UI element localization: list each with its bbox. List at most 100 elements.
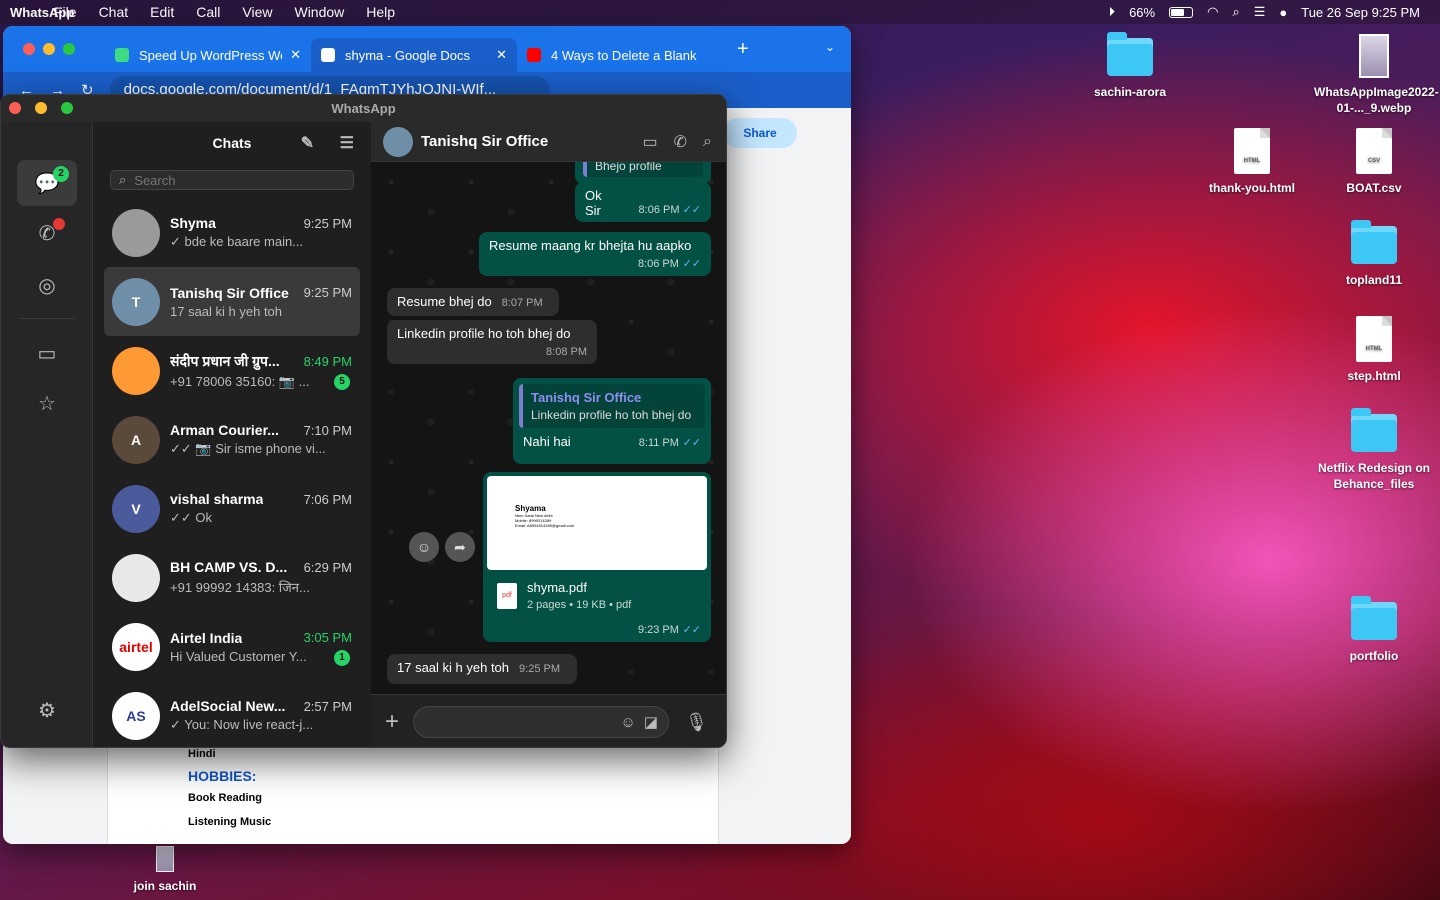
message-time: 8:06 PM	[637, 258, 679, 270]
microphone-icon[interactable]: 🎙	[685, 712, 708, 733]
message-content: Nahi hai 8:11 PM ✓✓	[519, 434, 705, 449]
voice-call-icon[interactable]: ✆	[674, 132, 687, 152]
zoom-window-button[interactable]	[61, 102, 73, 114]
desktop-icon-folder[interactable]: sachin-arora	[1070, 32, 1190, 100]
tab-youtube[interactable]: 4 Ways to Delete a Blank	[517, 38, 723, 72]
starred-nav-button[interactable]: ☆	[17, 380, 77, 426]
status-nav-button[interactable]: ◎	[17, 262, 77, 308]
siri-icon[interactable]: ●	[1279, 5, 1287, 20]
filter-icon[interactable]: ☰	[340, 133, 354, 153]
chat-list-item[interactable]: T Tanishq Sir Office 9:25 PM 17 saal ki h…	[104, 267, 360, 336]
desktop-icon-folder[interactable]: topland11	[1314, 220, 1434, 288]
menu-call[interactable]: Call	[196, 4, 220, 20]
chat-name: Airtel India	[170, 629, 243, 646]
tab-search-chevron-icon[interactable]: ⌄	[825, 40, 835, 54]
chat-name: संदीप प्रधान जी ग्रुप...	[170, 352, 280, 369]
contact-name[interactable]: Tanishq Sir Office	[421, 133, 643, 150]
attach-plus-icon[interactable]: +	[385, 708, 399, 736]
read-receipt-icon: ✓✓	[682, 204, 701, 216]
message-bubble[interactable]: Linkedin profile ho toh bhej do 8:08 PM	[387, 320, 597, 364]
search-icon[interactable]: ⌕	[703, 133, 712, 151]
tab-speed-up-wordpress[interactable]: Speed Up WordPress Web ✕	[105, 38, 311, 72]
chat-info: BH CAMP VS. D... 6:29 PM +91 99992 14383:…	[170, 559, 360, 596]
message-bubble[interactable]: Bhejo profile	[575, 162, 711, 184]
desktop-icon-label: Netflix Redesign on Behance_files	[1317, 461, 1430, 491]
message-time: 9:23 PM	[637, 624, 679, 636]
menu-app-name[interactable]: WhatsApp	[0, 0, 84, 26]
menu-chat[interactable]: Chat	[99, 4, 129, 20]
message-bubble[interactable]: Resume bhej do 8:07 PM	[387, 288, 559, 316]
menu-window[interactable]: Window	[294, 4, 344, 20]
chat-name: Arman Courier...	[170, 422, 279, 438]
chat-row: संदीप प्रधान जी ग्रुप... 8:49 PM	[170, 352, 352, 371]
tab-title: shyma - Google Docs	[345, 47, 470, 63]
contact-avatar[interactable]	[383, 126, 413, 157]
folder-icon	[1351, 596, 1397, 640]
close-window-button[interactable]	[9, 102, 21, 114]
conversation-header[interactable]: Tanishq Sir Office ▭ ✆ ⌕	[371, 122, 726, 162]
archived-nav-button[interactable]: ▭	[17, 330, 77, 376]
calls-nav-button[interactable]: ✆	[17, 210, 77, 256]
forward-button[interactable]: ➦	[445, 532, 475, 562]
desktop-icon-folder[interactable]: Netflix Redesign on Behance_files	[1314, 408, 1434, 492]
desktop-icon-file[interactable]: HTML thank-you.html	[1192, 128, 1312, 196]
read-receipt-icon: ✓✓	[682, 437, 701, 449]
window-title: WhatsApp	[331, 101, 396, 116]
docs-icon	[321, 48, 335, 62]
chat-preview: 17 saal ki h yeh toh	[170, 303, 283, 319]
document-page[interactable]: Hindi HOBBIES: Book Reading Listening Mu…	[107, 742, 719, 844]
chat-list-item[interactable]: संदीप प्रधान जी ग्रुप... 8:49 PM +91 7800…	[104, 336, 360, 405]
document-message[interactable]: Shyama Nem Sarai New delhi Mobile: 89993…	[483, 472, 711, 642]
desktop-icon-image[interactable]: join sachin	[105, 846, 225, 894]
tab-google-docs[interactable]: shyma - Google Docs ✕	[311, 38, 517, 72]
play-icon[interactable]: ⏵	[1109, 4, 1116, 20]
wifi-icon[interactable]: ◠	[1207, 4, 1218, 20]
chat-info: vishal sharma 7:06 PM ✓✓ Ok	[170, 491, 360, 526]
close-tab-icon[interactable]: ✕	[496, 47, 507, 63]
quoted-message: Bhejo profile	[583, 162, 703, 177]
quoted-message[interactable]: Tanishq Sir Office Linkedin profile ho t…	[519, 384, 705, 428]
message-input-box[interactable]: ☺ ◪	[413, 706, 670, 738]
desktop-icon-file[interactable]: HTML step.html	[1314, 316, 1434, 384]
control-center-icon[interactable]: ☰	[1254, 4, 1266, 20]
message-bubble[interactable]: Ok Sir 8:06 PM ✓✓	[575, 182, 711, 222]
sticker-icon[interactable]: ◪	[644, 713, 658, 731]
close-tab-icon[interactable]: ✕	[290, 47, 301, 63]
video-call-icon[interactable]: ▭	[643, 132, 658, 152]
new-tab-button[interactable]: +	[737, 38, 749, 61]
desktop-icon-image[interactable]: WhatsAppImage2022-01-..._9.webp	[1314, 34, 1439, 116]
emoji-icon[interactable]: ☺	[621, 714, 636, 731]
message-bubble[interactable]: 17 saal ki h yeh toh 9:25 PM	[387, 654, 577, 684]
message-bubble[interactable]: Tanishq Sir Office Linkedin profile ho t…	[513, 378, 711, 464]
search-input[interactable]	[134, 172, 335, 188]
chats-nav-button[interactable]: 💬 2	[17, 160, 77, 206]
message-input[interactable]	[414, 714, 613, 730]
battery-icon[interactable]	[1169, 6, 1194, 18]
chat-list-item[interactable]: A Arman Courier... 7:10 PM ✓✓ 📷 Sir isme …	[104, 405, 360, 474]
message-bubble[interactable]: Resume maang kr bhejta hu aapko 8:06 PM …	[479, 232, 711, 276]
pdf-preview[interactable]: Shyama Nem Sarai New delhi Mobile: 89993…	[487, 476, 707, 570]
chat-list-item[interactable]: AS AdelSocial New... 2:57 PM ✓ You: Now l…	[104, 681, 360, 747]
react-emoji-button[interactable]: ☺	[409, 532, 439, 562]
menu-edit[interactable]: Edit	[150, 4, 174, 20]
chat-list-item[interactable]: Shyma 9:25 PM ✓ bde ke baare main...	[104, 198, 360, 267]
chat-time: 8:49 PM	[303, 353, 352, 369]
spotlight-icon[interactable]: ⌕	[1232, 4, 1239, 20]
search-bar[interactable]: ⌕	[110, 170, 354, 190]
menu-view[interactable]: View	[242, 4, 272, 20]
chat-list-item[interactable]: airtel Airtel India 3:05 PM Hi Valued Cus…	[104, 612, 360, 681]
share-button[interactable]: Share	[723, 118, 797, 148]
minimize-window-button[interactable]	[43, 43, 55, 55]
chat-list: Shyma 9:25 PM ✓ bde ke baare main... T Ta…	[94, 198, 370, 747]
new-chat-icon[interactable]: ✎	[301, 133, 314, 153]
close-window-button[interactable]	[23, 43, 35, 55]
settings-nav-button[interactable]: ⚙	[17, 687, 77, 733]
menu-help[interactable]: Help	[366, 4, 395, 20]
minimize-window-button[interactable]	[35, 102, 47, 114]
zoom-window-button[interactable]	[63, 43, 75, 55]
desktop-icon-folder[interactable]: portfolio	[1314, 596, 1434, 664]
clock[interactable]: Tue 26 Sep 9:25 PM	[1301, 5, 1420, 20]
chat-list-item[interactable]: BH CAMP VS. D... 6:29 PM +91 99992 14383:…	[104, 543, 360, 612]
chat-list-item[interactable]: V vishal sharma 7:06 PM ✓✓ Ok	[104, 474, 360, 543]
desktop-icon-file[interactable]: CSV BOAT.csv	[1314, 128, 1434, 196]
